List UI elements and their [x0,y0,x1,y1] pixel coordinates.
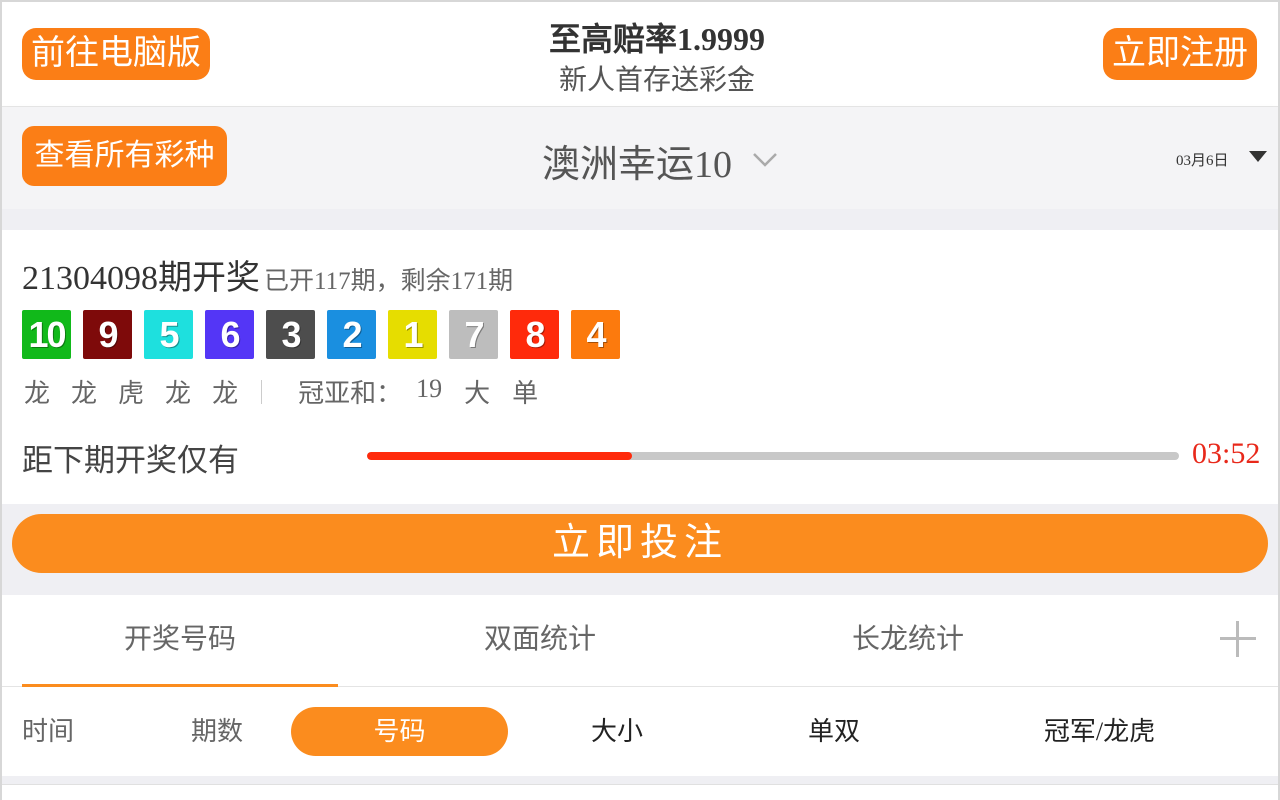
dragon-tiger-4: 龙 [165,379,192,408]
register-button[interactable]: 立即注册 [1103,28,1257,80]
issue-progress-info: 已开117期，剩余171期 [264,268,514,295]
all-lotteries-button[interactable]: 查看所有彩种 [22,126,227,186]
result-ball: 2 [327,310,376,359]
sum-value: 19 [416,373,443,403]
plus-icon[interactable] [1220,621,1256,657]
sum-size: 大 [464,379,491,408]
filter-champion-dragon-tiger[interactable]: 冠军/龙虎 [1032,707,1167,756]
place-bet-button[interactable]: 立即投注 [12,514,1268,573]
filter-number[interactable]: 号码 [291,707,508,756]
result-ball: 1 [388,310,437,359]
result-filters: 时间 期数 号码 大小 单双 冠军/龙虎 [2,688,1278,776]
filter-issue[interactable]: 期数 [182,707,252,756]
lottery-name-dropdown[interactable]: 澳洲幸运10 [542,133,732,188]
promo-subtitle: 新人首存送彩金 [558,65,755,96]
date-picker[interactable]: 03月6日 [1176,149,1229,170]
tab-two-sided-stats[interactable]: 双面统计 [382,595,698,687]
draw-result-panel: 21304098期开奖 已开117期，剩余171期 10 9 5 6 3 2 1 7 8 4 龙 龙… [2,230,1278,504]
bet-zone: 立即投注 [2,504,1278,595]
section-gap [2,209,1278,230]
divider [261,379,263,404]
sum-label: 冠亚和： [298,379,403,408]
caret-down-icon[interactable] [1249,151,1267,162]
filter-odd-even[interactable]: 单双 [799,707,869,756]
result-balls: 10 9 5 6 3 2 1 7 8 4 [22,310,632,359]
result-ball: 3 [266,310,315,359]
list-start [2,784,1278,800]
result-ball: 9 [83,310,132,359]
promo-title: 至高赔率1.9999 [548,21,765,57]
stats-tabs: 开奖号码 双面统计 长龙统计 [2,595,1278,687]
result-ball: 7 [449,310,498,359]
result-ball: 5 [144,310,193,359]
desktop-version-button[interactable]: 前往电脑版 [22,28,210,80]
promo-header: 前往电脑版 至高赔率1.9999 新人首存送彩金 立即注册 [2,2,1278,107]
result-ball: 8 [510,310,559,359]
dragon-tiger-3: 虎 [118,379,145,408]
chevron-down-icon[interactable] [752,147,778,173]
dragon-tiger-5: 龙 [212,379,239,408]
result-ball: 10 [22,310,71,359]
filter-time[interactable]: 时间 [22,707,74,756]
sum-parity: 单 [512,379,539,408]
dragon-tiger-2: 龙 [71,379,98,408]
filter-big-small[interactable]: 大小 [582,707,652,756]
issue-line: 21304098期开奖 已开117期，剩余171期 [22,250,513,299]
dragon-tiger-row: 龙 龙 虎 龙 龙 冠亚和： 19 大 单 [24,373,560,410]
tab-draw-numbers[interactable]: 开奖号码 [22,595,338,687]
tab-long-dragon-stats[interactable]: 长龙统计 [750,595,1066,687]
countdown-progress-fill [367,452,632,460]
issue-number: 21304098期开奖 [22,260,260,297]
result-ball: 6 [205,310,254,359]
countdown-label: 距下期开奖仅有 [22,443,239,478]
dragon-tiger-1: 龙 [24,379,51,408]
result-ball: 4 [571,310,620,359]
lottery-selector-bar: 查看所有彩种 澳洲幸运10 03月6日 [2,107,1278,209]
app-frame: 前往电脑版 至高赔率1.9999 新人首存送彩金 立即注册 查看所有彩种 澳洲幸… [0,0,1280,800]
countdown-progress-bar [367,452,1179,460]
countdown-time: 03:52 [1192,437,1261,470]
